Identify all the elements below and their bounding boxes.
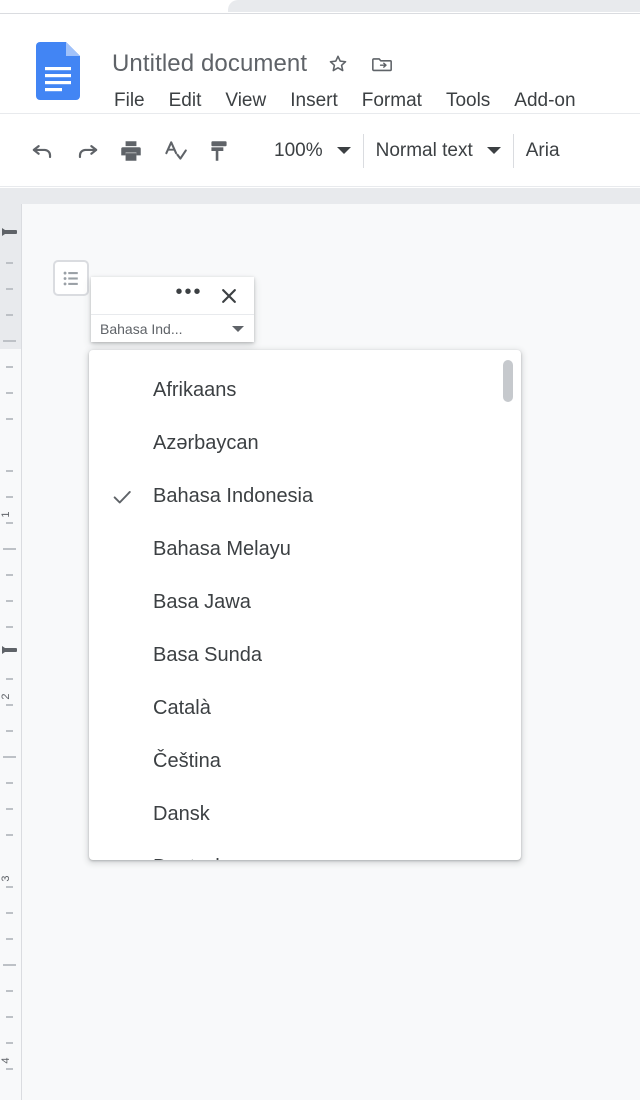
close-icon[interactable] xyxy=(214,281,244,311)
star-icon[interactable] xyxy=(325,51,351,77)
ruler-tick-half xyxy=(3,756,16,758)
ruler-tick xyxy=(6,730,13,732)
ruler-tick-half xyxy=(3,548,16,550)
list-item-label: Deutsch xyxy=(153,856,226,860)
ruler-tick xyxy=(6,600,13,602)
menu-edit[interactable]: Edit xyxy=(169,90,202,112)
ruler-tick xyxy=(6,418,13,420)
ruler-tick xyxy=(6,990,13,992)
ruler-tick xyxy=(6,392,13,394)
menu-format[interactable]: Format xyxy=(362,90,422,112)
language-dropdown-menu[interactable]: Afrikaans Azərbaycan Bahasa Indonesia Ba… xyxy=(89,350,521,860)
list-item[interactable]: Basa Sunda xyxy=(89,629,521,682)
ruler-tick xyxy=(6,834,13,836)
language-option-list: Afrikaans Azərbaycan Bahasa Indonesia Ba… xyxy=(89,350,521,860)
toolbar: 100% Normal text Aria xyxy=(0,115,640,187)
undo-icon[interactable] xyxy=(26,134,60,168)
paragraph-style-value: Normal text xyxy=(375,139,473,161)
indent-marker[interactable] xyxy=(2,646,17,654)
list-item[interactable]: Bahasa Melayu xyxy=(89,523,521,576)
vertical-ruler[interactable]: 1 2 3 4 xyxy=(0,204,22,1100)
font-selector[interactable]: Aria xyxy=(526,133,560,169)
list-item[interactable]: Čeština xyxy=(89,735,521,788)
chevron-down-icon xyxy=(336,147,351,154)
spellcheck-icon[interactable] xyxy=(158,134,192,168)
menu-add-ons[interactable]: Add-on xyxy=(514,90,575,112)
page-title[interactable]: Untitled document xyxy=(112,50,307,78)
menu-insert[interactable]: Insert xyxy=(290,90,338,112)
ruler-tick xyxy=(6,496,13,498)
ruler-tick xyxy=(6,938,13,940)
ruler-tick xyxy=(6,288,13,290)
ruler-tick xyxy=(6,808,13,810)
google-docs-logo[interactable] xyxy=(36,42,80,100)
paint-format-icon[interactable] xyxy=(202,134,236,168)
ruler-tick xyxy=(6,1042,13,1044)
toolbar-divider-1 xyxy=(362,133,364,168)
list-item-label: Afrikaans xyxy=(153,379,237,401)
ruler-tick xyxy=(6,626,13,628)
list-item[interactable]: Deutsch xyxy=(89,841,521,860)
menu-bar: File Edit View Insert Format Tools Add-o… xyxy=(114,90,576,112)
scrollbar-thumb[interactable] xyxy=(503,360,513,402)
ruler-tick-half xyxy=(3,340,16,342)
language-select-value: Bahasa Ind... xyxy=(100,320,183,337)
ruler-tick-half xyxy=(3,964,16,966)
ruler-tick xyxy=(6,522,13,524)
paragraph-style-selector[interactable]: Normal text xyxy=(376,133,501,169)
browser-chrome-strip xyxy=(0,0,640,14)
print-icon[interactable] xyxy=(114,134,148,168)
popup-toolbar: ••• xyxy=(91,277,254,314)
list-item-label: Bahasa Indonesia xyxy=(153,485,314,507)
list-item-label: Čeština xyxy=(153,750,221,772)
docs-header: Untitled document File Edit View Insert … xyxy=(0,14,640,114)
toolbar-divider-2 xyxy=(512,133,514,168)
menu-file[interactable]: File xyxy=(114,90,145,112)
font-value: Aria xyxy=(525,139,560,161)
list-item-label: Azərbaycan xyxy=(153,432,259,454)
list-item-label: Bahasa Melayu xyxy=(153,538,291,560)
more-options-icon[interactable]: ••• xyxy=(174,277,204,315)
browser-tab[interactable] xyxy=(228,0,640,12)
list-item-label: Basa Sunda xyxy=(153,644,262,666)
ruler-margin-shade xyxy=(0,204,21,349)
ruler-tick xyxy=(6,470,13,472)
list-item[interactable]: Dansk xyxy=(89,788,521,841)
document-top-band xyxy=(0,188,640,204)
ruler-tick xyxy=(6,574,13,576)
list-item-label: Dansk xyxy=(153,803,210,825)
ruler-tick xyxy=(6,1068,13,1070)
ruler-tick xyxy=(6,678,13,680)
chevron-down-icon xyxy=(232,325,244,332)
ruler-tick xyxy=(6,262,13,264)
list-item-label: Basa Jawa xyxy=(153,591,251,613)
list-item[interactable]: Azərbaycan xyxy=(89,417,521,470)
top-margin-marker[interactable] xyxy=(2,228,17,236)
checkmark-icon xyxy=(111,486,153,508)
ruler-tick xyxy=(6,782,13,784)
list-item[interactable]: Català xyxy=(89,682,521,735)
list-item[interactable]: Bahasa Indonesia xyxy=(89,470,521,523)
list-item-label: Català xyxy=(153,697,211,719)
language-popup: ••• Bahasa Ind... xyxy=(91,277,254,342)
menu-view[interactable]: View xyxy=(225,90,266,112)
list-item[interactable]: Afrikaans xyxy=(89,364,521,417)
menu-tools[interactable]: Tools xyxy=(446,90,490,112)
ruler-number: 2 xyxy=(0,693,12,700)
chevron-down-icon xyxy=(486,147,501,154)
ruler-tick xyxy=(6,886,13,888)
zoom-selector[interactable]: 100% xyxy=(274,133,351,169)
document-outline-icon[interactable] xyxy=(53,260,89,296)
ruler-tick xyxy=(6,366,13,368)
title-row: Untitled document xyxy=(112,46,395,82)
move-to-folder-icon[interactable] xyxy=(369,51,395,77)
ruler-tick xyxy=(6,314,13,316)
list-item[interactable]: Basa Jawa xyxy=(89,576,521,629)
ruler-tick xyxy=(6,1016,13,1018)
redo-icon[interactable] xyxy=(70,134,104,168)
ruler-tick xyxy=(6,912,13,914)
zoom-value: 100% xyxy=(274,139,323,161)
language-select-button[interactable]: Bahasa Ind... xyxy=(91,314,254,342)
